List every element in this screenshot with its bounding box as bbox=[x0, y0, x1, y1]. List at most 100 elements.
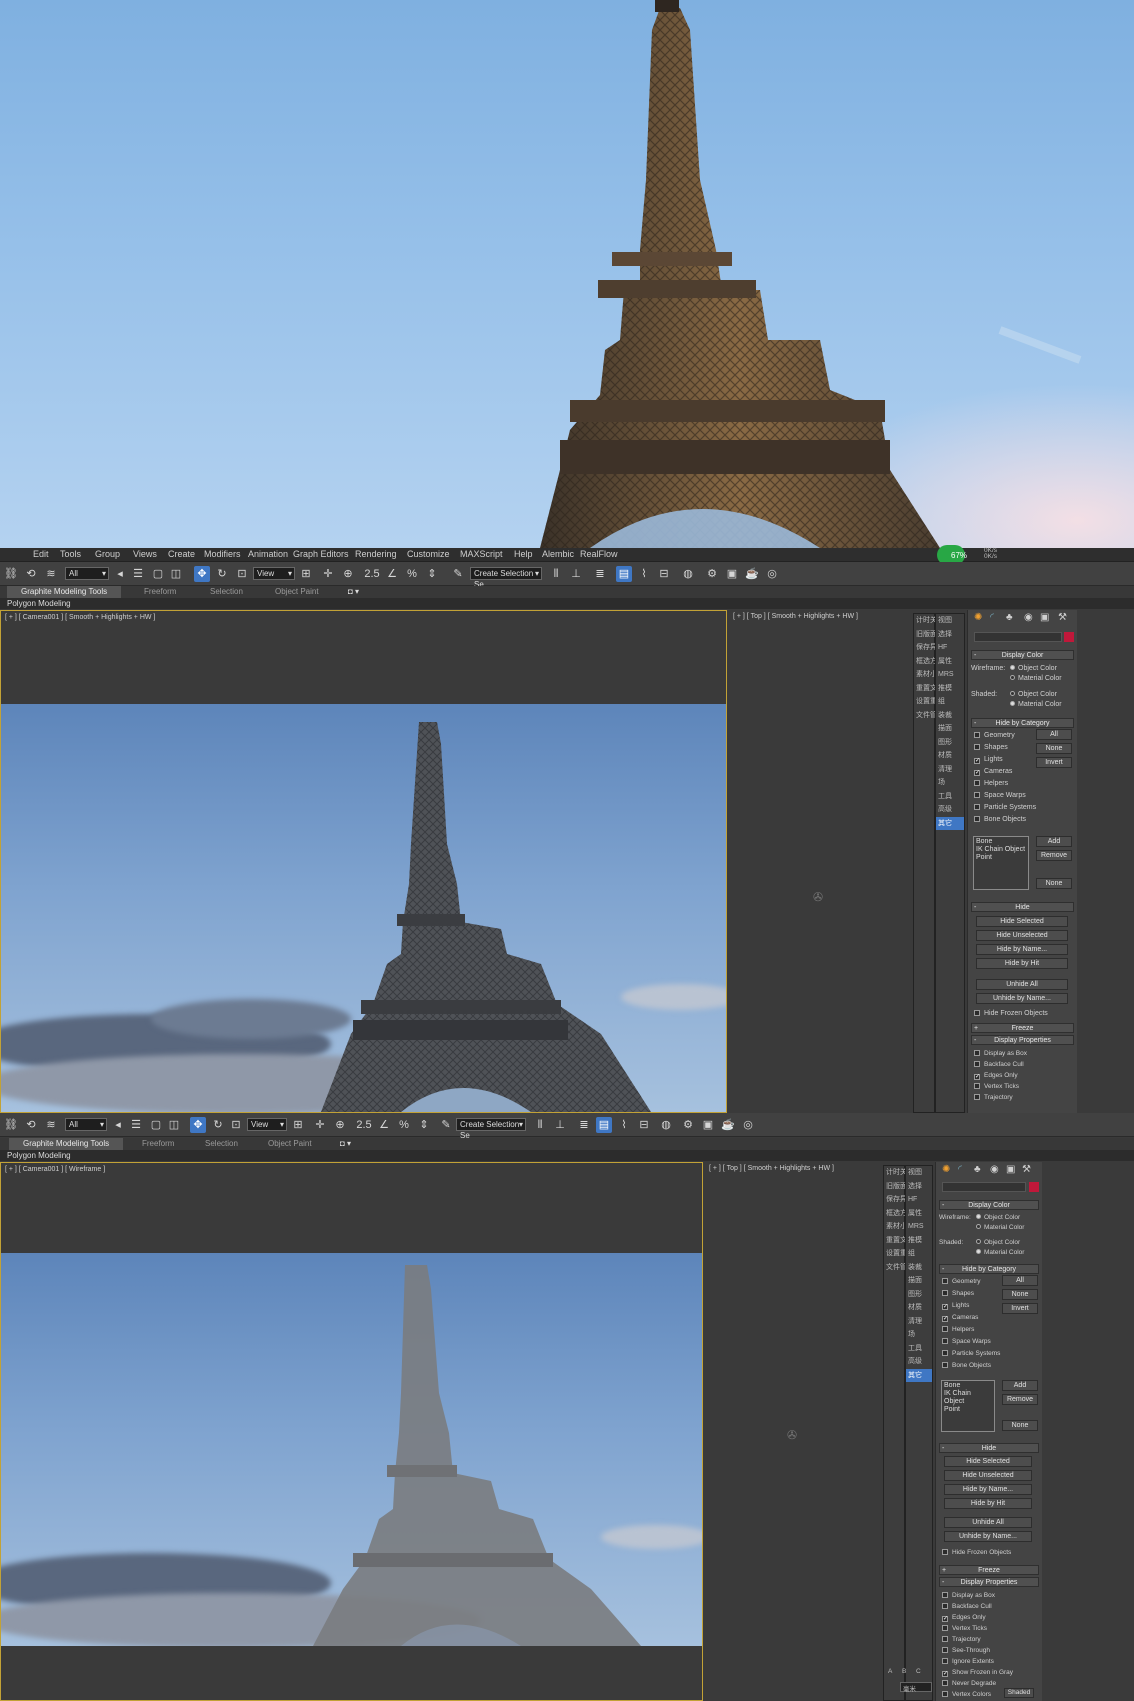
cat-item[interactable]: 选择 bbox=[906, 1180, 932, 1194]
reference-coord-dropdown[interactable]: View bbox=[253, 567, 295, 580]
unhide-by-name-button[interactable]: Unhide by Name... bbox=[944, 1531, 1032, 1542]
hierarchy-tab-icon[interactable]: ♣ bbox=[1006, 612, 1013, 623]
tab-object-paint[interactable]: Object Paint bbox=[268, 1139, 312, 1148]
hide-particles-checkbox[interactable]: Particle Systems bbox=[942, 1349, 1000, 1358]
ignore-extents-checkbox[interactable]: Ignore Extents bbox=[942, 1657, 994, 1666]
reference-coord-dropdown[interactable]: View bbox=[247, 1118, 287, 1131]
create-tab-icon[interactable]: ✺ bbox=[942, 1164, 950, 1175]
list-item[interactable]: Bone bbox=[976, 838, 1026, 846]
spinner-snap-icon[interactable]: ⇕ bbox=[416, 1117, 432, 1133]
cat-item[interactable]: 高级 bbox=[906, 1355, 932, 1369]
cmd-item[interactable]: 保存异常 bbox=[914, 641, 944, 655]
manipulate-icon[interactable]: ✛ bbox=[320, 566, 336, 582]
menu-graph-editors[interactable]: Graph Editors bbox=[293, 549, 349, 559]
cmd-item[interactable]: 旧版面板 bbox=[914, 628, 944, 642]
backface-cull-checkbox[interactable]: Backface Cull bbox=[942, 1602, 992, 1611]
rollout-hide-by-category[interactable]: - Hide by Category bbox=[971, 718, 1074, 728]
wireframe-material-color-radio[interactable]: Material Color bbox=[1010, 674, 1062, 683]
manipulate-icon[interactable]: ✛ bbox=[312, 1117, 328, 1133]
snap-toggle-icon[interactable]: 2.5 bbox=[364, 566, 380, 582]
select-object-icon[interactable]: ◂ bbox=[110, 1117, 126, 1133]
rollout-freeze[interactable]: + Freeze bbox=[939, 1565, 1039, 1575]
cat-item[interactable]: 装裁 bbox=[936, 709, 964, 723]
cmd-item[interactable]: 设置重位 bbox=[884, 1247, 914, 1261]
hide-shapes-checkbox[interactable]: Shapes bbox=[942, 1289, 974, 1298]
align-icon[interactable]: ⊥ bbox=[568, 566, 584, 582]
utilities-tab-icon[interactable]: ⚒ bbox=[1058, 612, 1067, 623]
cat-item[interactable]: 组 bbox=[906, 1247, 932, 1261]
hide-geometry-checkbox[interactable]: Geometry bbox=[942, 1277, 981, 1286]
named-selection-dropdown[interactable]: Create Selection Se bbox=[470, 567, 542, 589]
cat-item[interactable]: 工具 bbox=[906, 1342, 932, 1356]
cat-item[interactable]: 属性 bbox=[906, 1207, 932, 1221]
named-selection-dropdown[interactable]: Create Selection Se bbox=[456, 1118, 526, 1140]
select-by-name-icon[interactable]: ☰ bbox=[130, 566, 146, 582]
cat-item[interactable]: 清理 bbox=[936, 763, 964, 777]
select-rotate-icon[interactable]: ↻ bbox=[214, 566, 230, 582]
trajectory-checkbox[interactable]: Trajectory bbox=[942, 1635, 981, 1644]
backface-cull-checkbox[interactable]: Backface Cull bbox=[974, 1060, 1024, 1069]
wireframe-object-color-radio[interactable]: Object Color bbox=[976, 1213, 1020, 1222]
select-object-icon[interactable]: ◂ bbox=[112, 566, 128, 582]
viewport1-label[interactable]: [ + ] [ Camera001 ] [ Smooth + Highlight… bbox=[5, 614, 155, 621]
tab-graphite-modeling[interactable]: Graphite Modeling Tools bbox=[9, 1138, 124, 1150]
cat-item[interactable]: MRS bbox=[936, 668, 964, 682]
edges-only-checkbox[interactable]: ✓ Edges Only bbox=[974, 1071, 1018, 1080]
cat-item[interactable]: HF bbox=[906, 1193, 932, 1207]
category-invert-button[interactable]: Invert bbox=[1002, 1303, 1038, 1314]
unhide-by-name-button[interactable]: Unhide by Name... bbox=[976, 993, 1068, 1004]
cat-item[interactable]: 组 bbox=[936, 695, 964, 709]
top-viewport-1[interactable]: [ + ] [ Top ] [ Smooth + Highlights + HW… bbox=[727, 610, 912, 1113]
letter-a[interactable]: A bbox=[888, 1668, 892, 1675]
cat-item[interactable]: 属性 bbox=[936, 655, 964, 669]
tab-selection[interactable]: Selection bbox=[210, 587, 243, 596]
mirror-icon[interactable]: ⫴ bbox=[532, 1117, 548, 1133]
cat-item[interactable]: 推模 bbox=[906, 1234, 932, 1248]
camera-viewport-1[interactable]: [ + ] [ Camera001 ] [ Smooth + Highlight… bbox=[0, 610, 727, 1113]
edges-only-checkbox[interactable]: ✓ Edges Only bbox=[942, 1613, 986, 1622]
hide-by-hit-button[interactable]: Hide by Hit bbox=[976, 958, 1068, 969]
list-item[interactable]: Point bbox=[944, 1406, 992, 1414]
polygon-modeling-strip[interactable]: Polygon Modeling bbox=[0, 598, 1134, 609]
cat-item[interactable]: 图形 bbox=[906, 1288, 932, 1302]
category-add-button[interactable]: Add bbox=[1002, 1380, 1038, 1391]
hide-by-name-button[interactable]: Hide by Name... bbox=[944, 1484, 1032, 1495]
vertex-colors-checkbox[interactable]: Vertex Colors bbox=[942, 1690, 991, 1699]
menu-maxscript[interactable]: MAXScript bbox=[460, 549, 503, 559]
cat-item[interactable]: 场 bbox=[936, 776, 964, 790]
curve-editor-icon[interactable]: ⌇ bbox=[636, 566, 652, 582]
render-production-icon[interactable]: ☕ bbox=[744, 566, 760, 582]
tab-selection[interactable]: Selection bbox=[205, 1139, 238, 1148]
percent-snap-icon[interactable]: % bbox=[396, 1117, 412, 1133]
modify-tab-icon[interactable]: ◜ bbox=[958, 1164, 962, 1175]
hide-by-hit-button[interactable]: Hide by Hit bbox=[944, 1498, 1032, 1509]
hide-frozen-checkbox[interactable]: Hide Frozen Objects bbox=[942, 1548, 1011, 1557]
link-icon[interactable]: ⛓ bbox=[3, 1117, 19, 1133]
cmd-item[interactable]: 重置文件 bbox=[914, 682, 944, 696]
cat-item[interactable]: 描面 bbox=[906, 1274, 932, 1288]
ribbon-options-icon[interactable]: ◘ ▾ bbox=[340, 1139, 351, 1148]
polygon-modeling-strip-2[interactable]: Polygon Modeling bbox=[0, 1150, 1134, 1161]
hide-selected-button[interactable]: Hide Selected bbox=[944, 1456, 1032, 1467]
angle-snap-icon[interactable]: ∠ bbox=[376, 1117, 392, 1133]
select-scale-icon[interactable]: ⊡ bbox=[234, 566, 250, 582]
cat-item[interactable]: 高级 bbox=[936, 803, 964, 817]
display-as-box-checkbox[interactable]: Display as Box bbox=[942, 1591, 995, 1600]
cat-item[interactable]: 视图 bbox=[906, 1166, 932, 1180]
category-all-button[interactable]: All bbox=[1036, 729, 1072, 740]
cat-item[interactable]: 材质 bbox=[936, 749, 964, 763]
material-editor-icon[interactable]: ◍ bbox=[658, 1117, 674, 1133]
unlink-icon[interactable]: ⟲ bbox=[23, 566, 39, 582]
tab-freeform[interactable]: Freeform bbox=[144, 587, 176, 596]
unhide-all-button[interactable]: Unhide All bbox=[944, 1517, 1032, 1528]
ribbon-options-icon[interactable]: ◘ ▾ bbox=[348, 587, 359, 596]
hide-helpers-checkbox[interactable]: Helpers bbox=[974, 779, 1008, 788]
hide-frozen-checkbox[interactable]: Hide Frozen Objects bbox=[974, 1009, 1048, 1018]
cat-item[interactable]: 装裁 bbox=[906, 1261, 932, 1275]
tab-object-paint[interactable]: Object Paint bbox=[275, 587, 319, 596]
hide-particles-checkbox[interactable]: Particle Systems bbox=[974, 803, 1036, 812]
cat-item[interactable]: 场 bbox=[906, 1328, 932, 1342]
window-crossing-icon[interactable]: ◫ bbox=[166, 1117, 182, 1133]
rect-selection-icon[interactable]: ▢ bbox=[148, 1117, 164, 1133]
rollout-display-properties[interactable]: - Display Properties bbox=[971, 1035, 1074, 1045]
